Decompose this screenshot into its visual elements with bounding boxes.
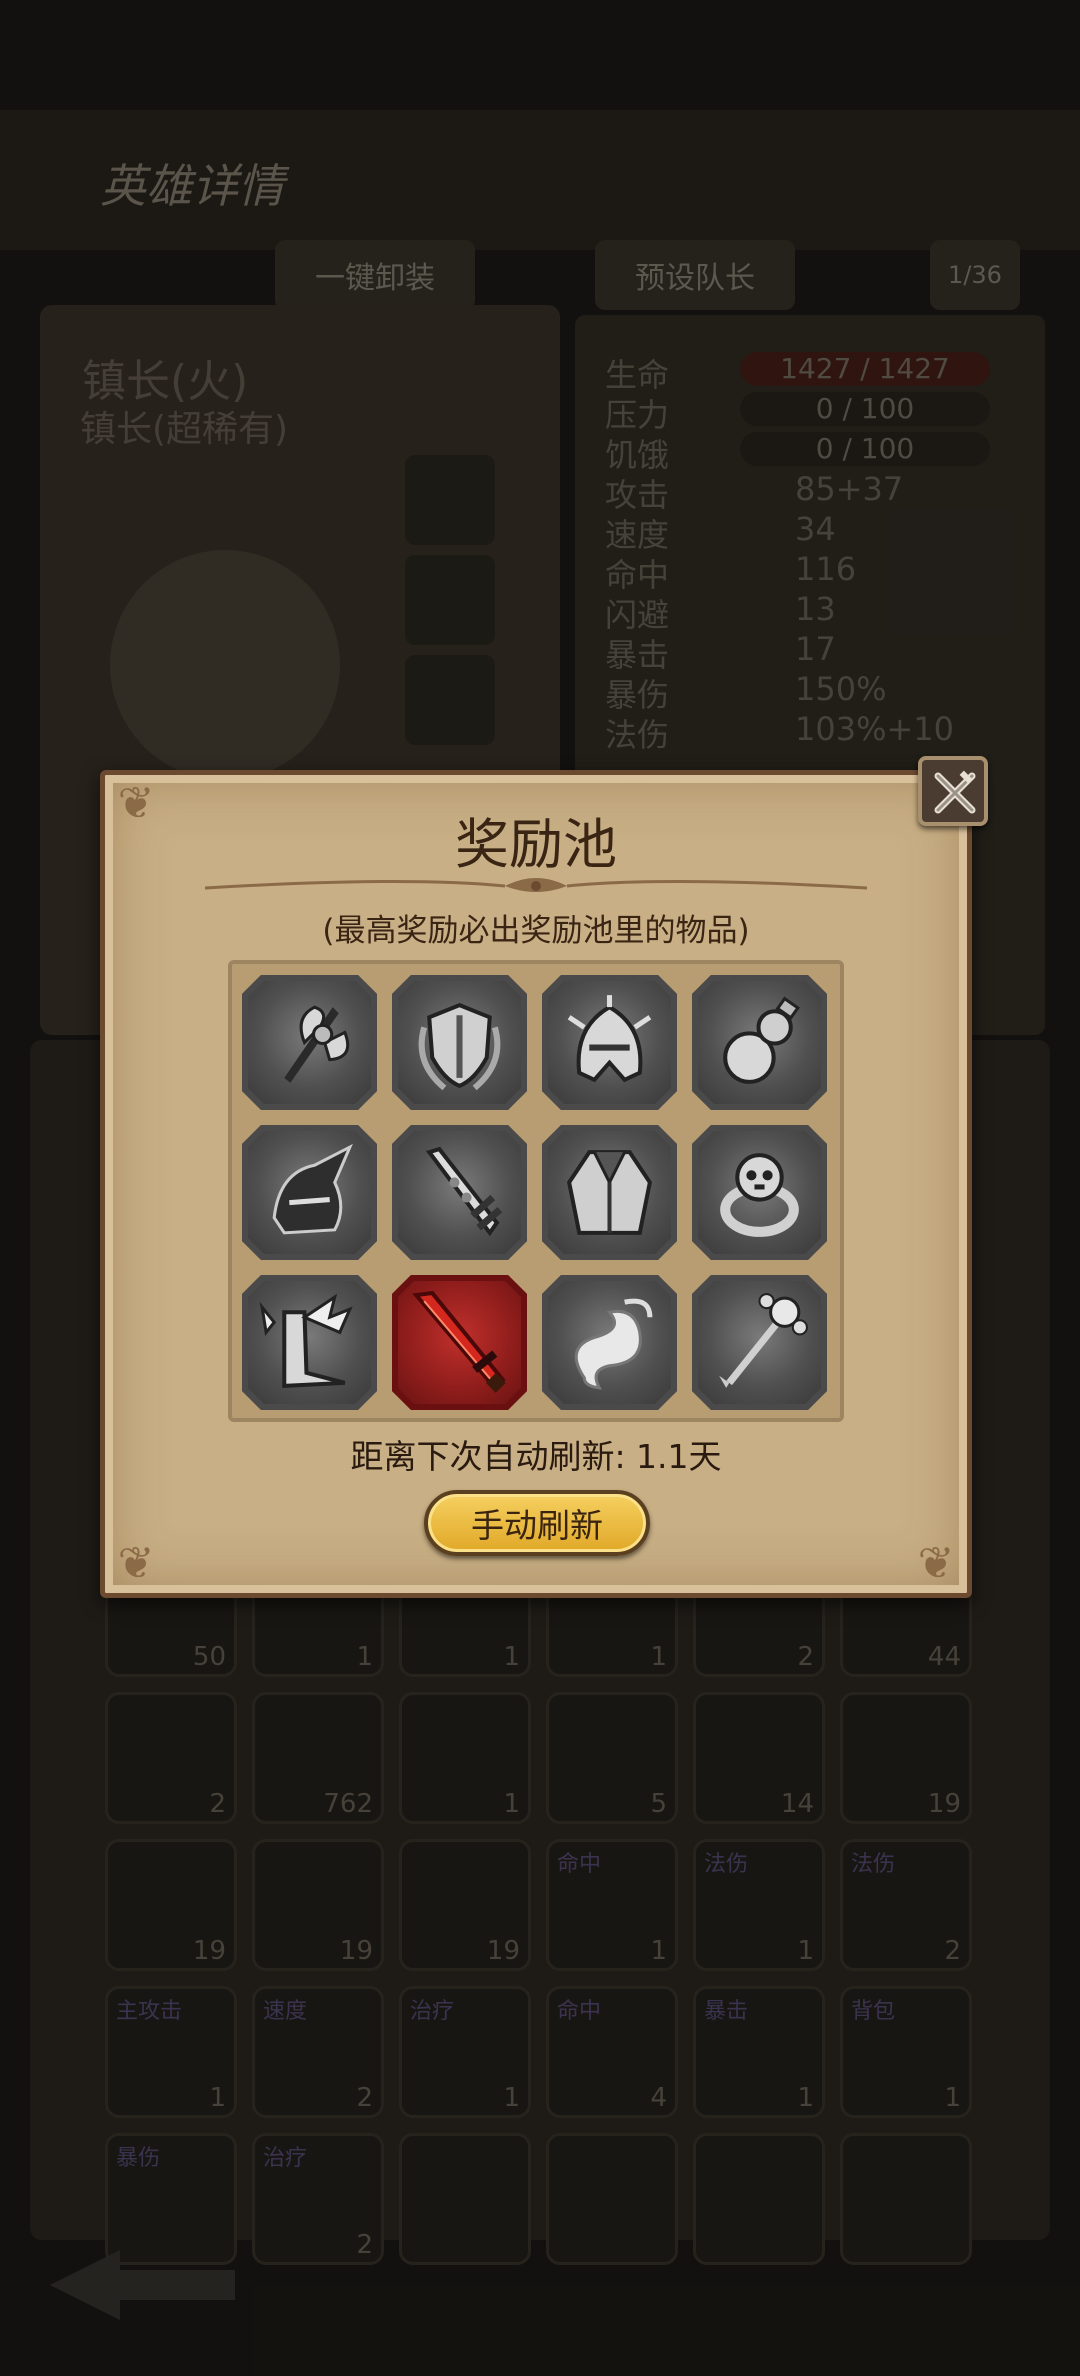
reward-item-slot[interactable] xyxy=(692,975,827,1110)
dialog-title: 奖励池 xyxy=(455,813,617,876)
reward-item-slot[interactable] xyxy=(392,1125,527,1260)
reward-item-slot[interactable] xyxy=(542,1125,677,1260)
reward-item-slot[interactable] xyxy=(242,1275,377,1410)
reward-item-slot[interactable] xyxy=(392,1275,527,1410)
skull-ring-icon xyxy=(720,1153,799,1237)
jeweled-sword-icon xyxy=(425,1146,503,1237)
auto-refresh-timer: 距离下次自动刷新: 1.1天 xyxy=(350,1437,722,1476)
cloak-armor-icon xyxy=(566,1150,653,1235)
spiked-helmet-icon xyxy=(567,995,652,1083)
horned-helm-icon xyxy=(272,1143,353,1235)
reward-item-slot[interactable] xyxy=(692,1275,827,1410)
battle-axe-icon xyxy=(284,1005,350,1083)
spirit-wisp-icon xyxy=(574,1298,653,1390)
reward-item-slot[interactable] xyxy=(692,1125,827,1260)
title-divider-icon xyxy=(205,878,867,892)
manual-refresh-button[interactable]: 手动刷新 xyxy=(424,1490,650,1556)
reward-item-slot[interactable] xyxy=(242,1125,377,1260)
reward-pool-dialog: ❦ ❦ ❦ ❦ 奖励池 (最高奖励必出奖励池里的物品) 距离下次自动刷新: 1.… xyxy=(100,770,972,1598)
close-crossed-swords-icon[interactable] xyxy=(918,756,988,826)
laurel-shield-icon xyxy=(418,1002,501,1091)
flower-staff-icon xyxy=(719,1293,808,1388)
corner-ornament-icon: ❦ xyxy=(117,1538,155,1589)
reward-item-slot[interactable] xyxy=(242,975,377,1110)
dialog-subtitle: (最高奖励必出奖励池里的物品) xyxy=(322,913,750,949)
reward-item-slot[interactable] xyxy=(392,975,527,1110)
reward-item-slot[interactable] xyxy=(542,1275,677,1410)
reward-item-slot[interactable] xyxy=(542,975,677,1110)
crimson-blade-icon xyxy=(412,1290,506,1393)
gourd-bottle-icon xyxy=(723,996,800,1084)
winged-boots-icon xyxy=(259,1293,353,1389)
corner-ornament-icon: ❦ xyxy=(917,1538,955,1589)
